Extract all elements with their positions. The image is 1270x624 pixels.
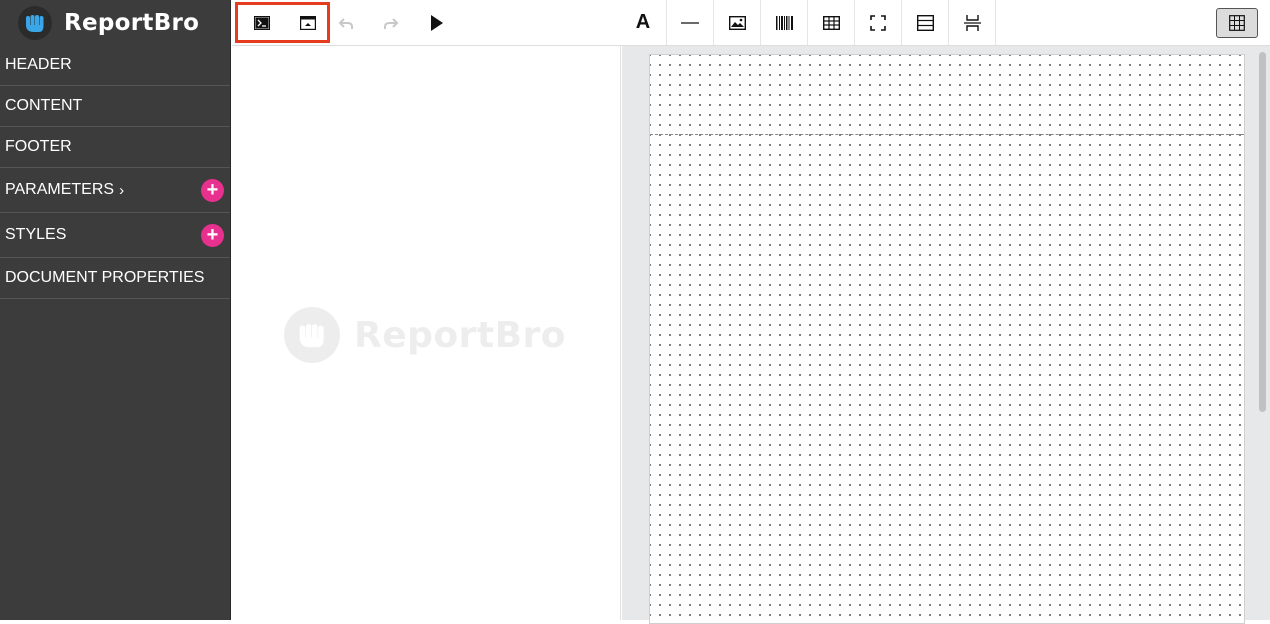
fist-logo-icon [299,324,324,348]
chevron-right-icon[interactable]: › [119,182,124,199]
fist-logo-icon [26,14,44,32]
report-data-button[interactable] [241,0,283,45]
text-element-button[interactable]: A [620,0,666,45]
add-style-button[interactable]: + [201,223,224,247]
document-canvas[interactable] [649,54,1245,624]
sidebar-item-label: FOOTER [5,138,72,155]
line-icon [681,21,699,24]
brand-name: ReportBro [64,9,200,36]
sidebar-item-document-properties[interactable]: DOCUMENT PROPERTIES [0,258,230,299]
sidebar-item-label: CONTENT [5,97,83,114]
sidebar-item-styles[interactable]: STYLES + [0,213,230,258]
add-parameter-button[interactable]: + [201,178,224,202]
watermark-text: ReportBro [354,314,567,356]
canvas-area[interactable] [622,46,1270,624]
watermark-logo [284,307,340,363]
sidebar-item-label: HEADER [5,56,72,73]
image-icon [728,15,746,30]
frame-element-button[interactable] [855,0,901,45]
section-element-button[interactable] [902,0,948,45]
sidebar: ReportBro HEADER CONTENT FOOTER PARAMETE… [0,0,231,620]
page-layout-icon [300,15,316,30]
undo-button[interactable] [332,0,360,45]
header-band-divider[interactable] [650,134,1244,135]
redo-icon [384,17,399,29]
table-element-button[interactable] [808,0,854,45]
watermark: ReportBro [284,307,566,363]
barcode-icon [775,15,793,30]
grid-toggle-icon [1229,14,1245,31]
sidebar-item-label: STYLES [5,226,67,243]
sidebar-item-label: PARAMETERS [5,181,115,198]
detail-panel: ReportBro [232,46,621,620]
table-icon [822,15,840,30]
sidebar-item-footer[interactable]: FOOTER [0,127,230,168]
vertical-scrollbar[interactable] [1259,52,1266,412]
page-layout-button[interactable] [287,0,329,45]
preview-play-icon [431,14,443,31]
frame-icon [870,14,886,31]
section-icon [916,14,934,31]
grid-toggle-button[interactable] [1216,0,1258,45]
logo: ReportBro [0,0,230,45]
toolbar: A [232,0,1270,46]
preview-button[interactable] [423,0,451,45]
sidebar-item-label: DOCUMENT PROPERTIES [5,269,205,286]
undo-icon [338,17,353,29]
image-element-button[interactable] [714,0,760,45]
page-break-element-button[interactable] [949,0,995,45]
redo-button[interactable] [377,0,405,45]
line-element-button[interactable] [667,0,713,45]
report-data-icon [254,15,270,30]
sidebar-item-parameters[interactable]: PARAMETERS › + [0,168,230,213]
sidebar-item-content[interactable]: CONTENT [0,86,230,127]
text-icon: A [635,11,651,33]
logo-badge [18,5,52,40]
barcode-element-button[interactable] [761,0,807,45]
page-break-icon [963,14,981,31]
sidebar-item-header[interactable]: HEADER [0,45,230,86]
